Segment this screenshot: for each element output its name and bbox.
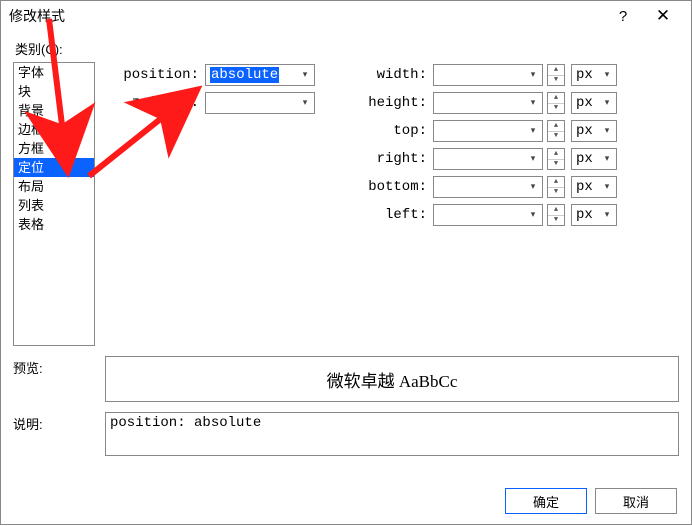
category-item-font[interactable]: 字体 [14, 63, 94, 82]
category-item-position[interactable]: 定位 [14, 158, 94, 177]
chevron-down-icon: ▾ [600, 94, 614, 112]
chevron-down-icon: ▾ [526, 150, 540, 168]
height-spinner[interactable]: ▲▼ [547, 92, 565, 114]
chevron-down-icon: ▾ [600, 206, 614, 224]
chevron-down-icon: ▾ [600, 150, 614, 168]
position-combo[interactable]: absolute ▾ [205, 64, 315, 86]
chevron-down-icon: ▾ [298, 94, 312, 112]
category-item-list[interactable]: 列表 [14, 196, 94, 215]
dialog-window: 修改样式 ? ✕ 类别(C): 字体 块 背景 边框 方框 定位 布局 列表 表… [0, 0, 692, 525]
category-item-layout[interactable]: 布局 [14, 177, 94, 196]
category-list[interactable]: 字体 块 背景 边框 方框 定位 布局 列表 表格 [13, 62, 95, 346]
chevron-down-icon: ▾ [600, 122, 614, 140]
preview-sample: 微软卓越 AaBbCc [327, 367, 458, 392]
bottom-spinner[interactable]: ▲▼ [547, 176, 565, 198]
chevron-down-icon: ▾ [526, 66, 540, 84]
preview-box: 微软卓越 AaBbCc [105, 356, 679, 402]
dialog-title: 修改样式 [9, 6, 65, 26]
top-label: top: [351, 123, 429, 139]
category-item-background[interactable]: 背景 [14, 101, 94, 120]
close-button[interactable]: ✕ [643, 2, 683, 30]
chevron-down-icon: ▾ [600, 66, 614, 84]
right-label: right: [351, 151, 429, 167]
description-label: 说明: [13, 412, 95, 433]
cancel-button[interactable]: 取消 [595, 488, 677, 514]
chevron-down-icon: ▾ [526, 178, 540, 196]
left-spinner[interactable]: ▲▼ [547, 204, 565, 226]
right-unit-combo[interactable]: px▾ [571, 148, 617, 170]
category-label: 类别(C): [15, 39, 679, 58]
chevron-down-icon: ▾ [526, 94, 540, 112]
width-combo[interactable]: ▾ [433, 64, 543, 86]
right-combo[interactable]: ▾ [433, 148, 543, 170]
zindex-combo[interactable]: ▾ [205, 92, 315, 114]
top-unit-combo[interactable]: px▾ [571, 120, 617, 142]
properties-pane: position: absolute ▾ width: ▾ ▲▼ px▾ z-i… [107, 62, 679, 346]
zindex-label: z-index: [107, 95, 201, 111]
description-box: position: absolute [105, 412, 679, 456]
position-label: position: [107, 67, 201, 83]
position-value: absolute [210, 67, 279, 83]
height-combo[interactable]: ▾ [433, 92, 543, 114]
right-spinner[interactable]: ▲▼ [547, 148, 565, 170]
bottom-label: bottom: [351, 179, 429, 195]
category-item-border[interactable]: 边框 [14, 120, 94, 139]
chevron-down-icon: ▾ [526, 122, 540, 140]
bottom-unit-combo[interactable]: px▾ [571, 176, 617, 198]
top-combo[interactable]: ▾ [433, 120, 543, 142]
help-button[interactable]: ? [603, 2, 643, 30]
width-spinner[interactable]: ▲▼ [547, 64, 565, 86]
width-label: width: [351, 67, 429, 83]
chevron-down-icon: ▾ [600, 178, 614, 196]
height-unit-combo[interactable]: px▾ [571, 92, 617, 114]
left-unit-combo[interactable]: px▾ [571, 204, 617, 226]
height-label: height: [351, 95, 429, 111]
top-spinner[interactable]: ▲▼ [547, 120, 565, 142]
preview-label: 预览: [13, 356, 95, 377]
left-combo[interactable]: ▾ [433, 204, 543, 226]
left-label: left: [351, 207, 429, 223]
category-item-block[interactable]: 块 [14, 82, 94, 101]
bottom-combo[interactable]: ▾ [433, 176, 543, 198]
ok-button[interactable]: 确定 [505, 488, 587, 514]
chevron-down-icon: ▾ [298, 66, 312, 84]
chevron-down-icon: ▾ [526, 206, 540, 224]
category-item-table[interactable]: 表格 [14, 215, 94, 234]
titlebar: 修改样式 ? ✕ [1, 1, 691, 31]
description-text: position: absolute [110, 415, 261, 431]
width-unit-combo[interactable]: px▾ [571, 64, 617, 86]
category-item-box[interactable]: 方框 [14, 139, 94, 158]
